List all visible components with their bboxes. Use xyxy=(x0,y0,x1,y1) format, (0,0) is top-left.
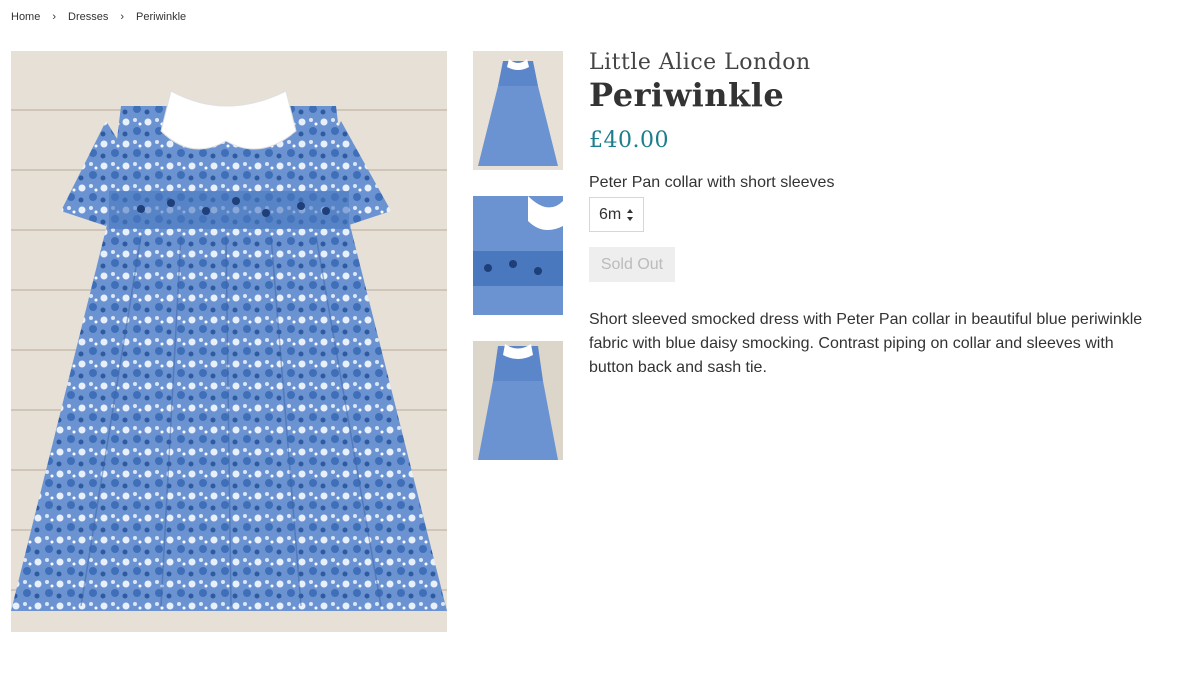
size-select[interactable]: 6m xyxy=(589,197,644,232)
product-vendor[interactable]: Little Alice London xyxy=(589,50,811,75)
size-select-value: 6m xyxy=(599,205,622,223)
breadcrumb-home-link[interactable]: Home xyxy=(11,11,40,23)
main-product-image[interactable] xyxy=(11,51,447,632)
sold-out-button[interactable]: Sold Out xyxy=(589,247,675,282)
select-arrows-icon xyxy=(627,209,633,221)
breadcrumb-dresses-link[interactable]: Dresses xyxy=(68,11,108,23)
variant-label: Peter Pan collar with short sleeves xyxy=(589,174,835,191)
breadcrumb-separator-icon: › xyxy=(120,11,125,23)
product-thumbnail-1[interactable] xyxy=(473,51,563,170)
breadcrumb-separator-icon: › xyxy=(52,11,57,23)
product-thumbnail-3[interactable] xyxy=(473,341,563,460)
product-title: Periwinkle xyxy=(589,76,785,114)
breadcrumb-current: Periwinkle xyxy=(136,11,187,23)
breadcrumb: Home › Dresses › Periwinkle xyxy=(11,11,186,23)
product-thumbnail-2[interactable] xyxy=(473,196,563,315)
product-description: Short sleeved smocked dress with Peter P… xyxy=(589,311,1143,376)
product-price: £40.00 xyxy=(589,128,669,153)
